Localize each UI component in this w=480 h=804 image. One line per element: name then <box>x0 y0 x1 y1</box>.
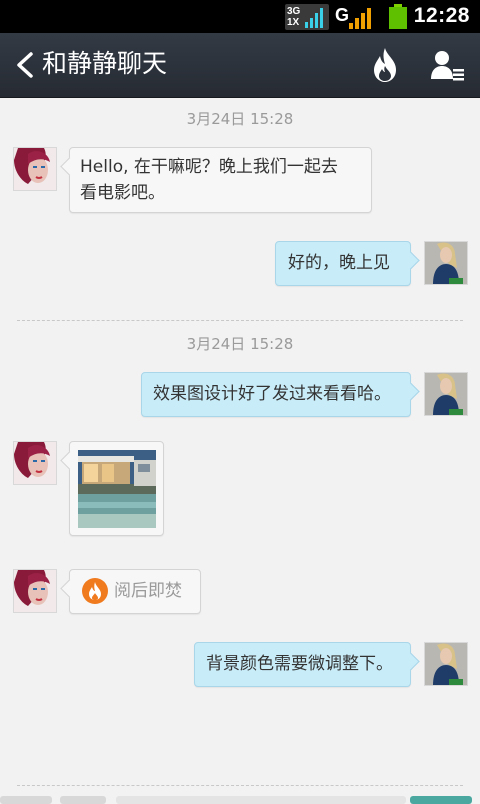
message-bubble-sent[interactable]: 效果图设计好了发过来看看哈。 <box>141 372 411 417</box>
network-type-indicator: 3G 1X <box>285 4 329 30</box>
message-bubble-received[interactable]: Hello, 在干嘛呢？晚上我们一起去 看电影吧。 <box>69 147 372 213</box>
image-thumbnail[interactable] <box>78 450 156 528</box>
send-button[interactable] <box>410 796 472 804</box>
network-label-3g: 3G <box>287 6 301 17</box>
burn-fire-icon <box>82 578 108 604</box>
contact-avatar[interactable] <box>13 569 57 613</box>
network-label-1x: 1X <box>287 17 300 28</box>
status-clock: 12:28 <box>413 4 470 27</box>
contact-avatar[interactable] <box>13 147 57 191</box>
battery-icon <box>389 4 407 29</box>
message-text: 好的，晚上见 <box>288 253 390 273</box>
contact-avatar[interactable] <box>13 441 57 485</box>
message-input[interactable] <box>116 796 406 804</box>
message-text-line: 看电影吧。 <box>80 183 165 203</box>
image-message-bubble[interactable] <box>69 441 164 536</box>
carrier-letter: G <box>335 5 350 25</box>
user-avatar[interactable] <box>424 241 468 285</box>
message-text-line: Hello, 在干嘛呢？晚上我们一起去 <box>80 157 338 177</box>
burn-message-bubble[interactable]: 阅后即焚 <box>69 569 201 614</box>
input-divider <box>17 785 463 786</box>
input-toolbar-button[interactable] <box>60 796 106 804</box>
message-bubble-sent[interactable]: 好的，晚上见 <box>275 241 411 286</box>
user-avatar[interactable] <box>424 642 468 686</box>
input-toolbar-button[interactable] <box>0 796 52 804</box>
user-avatar[interactable] <box>424 372 468 416</box>
message-text: Hello, 在干嘛呢？晚上我们一起去 看电影吧。 <box>70 148 371 206</box>
message-bubble-sent[interactable]: 背景颜色需要微调整下。 <box>194 642 411 687</box>
back-icon[interactable] <box>14 51 36 79</box>
status-bar: 3G 1X G 12:28 <box>0 0 480 33</box>
fire-icon[interactable] <box>370 47 400 83</box>
message-timestamp: 3月24日 15:28 <box>186 110 294 128</box>
profile-icon[interactable] <box>430 49 466 81</box>
message-timestamp: 3月24日 15:28 <box>186 335 294 353</box>
page-title: 和静静聊天 <box>42 49 168 78</box>
message-text: 背景颜色需要微调整下。 <box>206 654 393 674</box>
section-divider <box>17 320 463 321</box>
title-bar: 和静静聊天 <box>0 33 480 98</box>
burn-after-reading-label: 阅后即焚 <box>114 581 182 601</box>
data-signal-icon <box>305 6 327 28</box>
message-text: 效果图设计好了发过来看看哈。 <box>153 384 391 404</box>
cell-signal-icon: G <box>335 5 379 29</box>
